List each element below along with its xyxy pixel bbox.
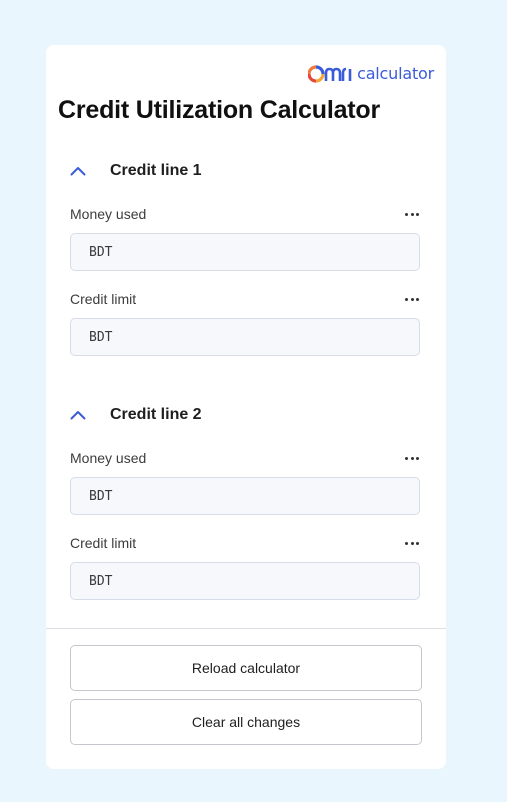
- credit-limit-input-1[interactable]: [87, 328, 419, 346]
- credit-limit-field-2[interactable]: [70, 562, 420, 600]
- more-options-icon[interactable]: [405, 294, 419, 304]
- money-used-input-1[interactable]: [87, 243, 419, 261]
- section-header-credit-line-1[interactable]: Credit line 1: [70, 160, 202, 182]
- omni-logo-mark-icon: [308, 64, 352, 83]
- money-used-label: Money used: [70, 206, 147, 222]
- omni-logo[interactable]: calculator: [308, 64, 434, 83]
- section-title: Credit line 2: [110, 406, 202, 423]
- logo-product-name: calculator: [357, 64, 434, 83]
- credit-limit-label: Credit limit: [70, 291, 137, 307]
- chevron-up-icon[interactable]: [70, 160, 94, 182]
- money-used-input-2[interactable]: [87, 487, 419, 505]
- section-header-credit-line-2[interactable]: Credit line 2: [70, 404, 202, 426]
- page-title: Credit Utilization Calculator: [58, 96, 381, 124]
- credit-limit-field-1[interactable]: [70, 318, 420, 356]
- divider: [46, 628, 446, 629]
- more-options-icon[interactable]: [405, 538, 419, 548]
- calculator-card: calculator Credit Utilization Calculator…: [46, 45, 446, 769]
- reload-calculator-button[interactable]: Reload calculator: [70, 645, 422, 691]
- money-used-field-1[interactable]: [70, 233, 420, 271]
- more-options-icon[interactable]: [405, 453, 419, 463]
- chevron-up-icon[interactable]: [70, 404, 94, 426]
- money-used-field-2[interactable]: [70, 477, 420, 515]
- credit-limit-input-2[interactable]: [87, 572, 419, 590]
- more-options-icon[interactable]: [405, 209, 419, 219]
- clear-all-changes-button[interactable]: Clear all changes: [70, 699, 422, 745]
- credit-limit-label: Credit limit: [70, 535, 137, 551]
- money-used-label: Money used: [70, 450, 147, 466]
- section-title: Credit line 1: [110, 162, 202, 179]
